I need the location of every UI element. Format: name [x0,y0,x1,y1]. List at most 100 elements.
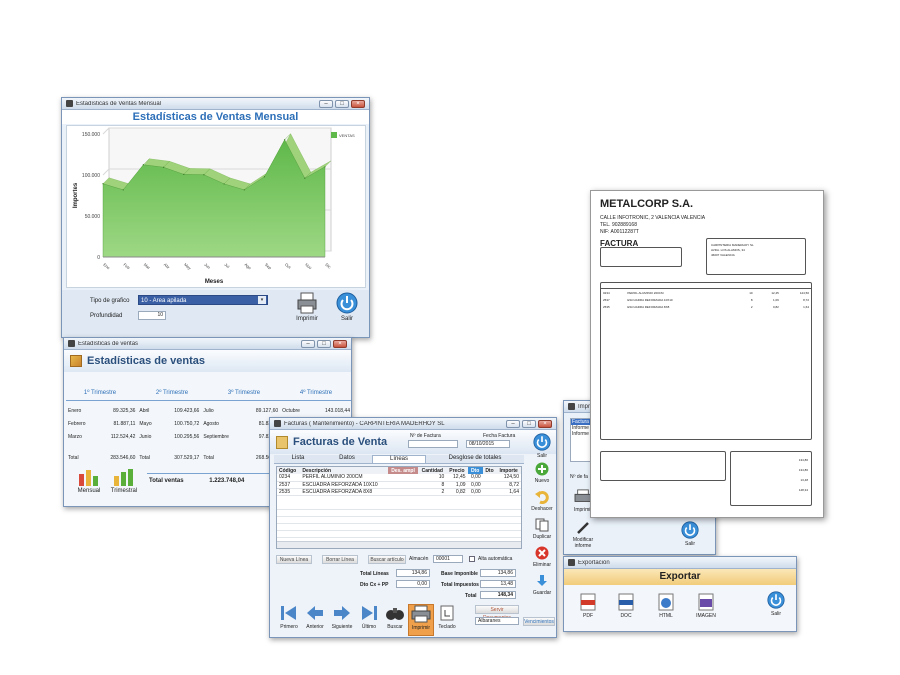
column-header[interactable]: Dto [483,467,497,474]
maximize-button[interactable]: □ [522,419,536,428]
first-button[interactable]: Primero [276,604,302,636]
y-tick-label: 50.000 [85,214,101,220]
exit-button[interactable]: Salir [764,591,788,617]
cell-amount: 124,50 [799,290,809,295]
column-header[interactable]: Código [277,467,300,474]
column-header[interactable]: Des. ampl [387,467,419,474]
due-dates-button[interactable]: Vencimientos [523,617,555,626]
table-row: 0234 PERFIL ALUMINIO 200CM 10 12,45 124,50 [601,289,811,296]
date-field[interactable]: 08/10/2015 [466,440,510,448]
invoice-number-field[interactable] [408,440,458,448]
depth-field[interactable]: 10 [138,311,166,320]
cell-price: 0,82 [455,488,466,495]
cell-code: 2537 [603,297,610,302]
y-tick-label: 150.000 [82,132,100,138]
export-html-button[interactable]: HTML [654,593,678,619]
table-row[interactable]: 0234 PERFIL ALUMINIO 200CM 10 12,45 0,00… [277,474,521,481]
stats-header: Estadísticas de ventas [64,350,351,372]
company-name: METALCORP S.A. [600,198,694,210]
keyboard-icon [440,605,454,621]
warehouse-select[interactable]: 00001 [433,555,463,563]
month-label: Enero [68,407,82,414]
tab-totals[interactable]: Desglose de totales [426,455,524,463]
maximize-button[interactable]: □ [335,99,349,108]
minimize-button[interactable]: – [319,99,333,108]
document-icon [276,435,288,449]
undo-button[interactable]: Deshacer [528,490,556,518]
minimize-button[interactable]: – [301,339,315,348]
search-article-button[interactable]: Buscar artículo [368,555,406,564]
month-value: 143.018,44 [324,407,350,414]
column-header[interactable]: Cantidad [418,467,446,474]
cell-price: 0,82 [772,304,779,309]
previous-button[interactable]: Anterior [302,604,328,636]
duplicate-button[interactable]: Duplicar [528,518,556,546]
new-button[interactable]: Nuevo [528,462,556,490]
data-point [243,189,245,191]
html-icon [658,593,674,611]
exit-button[interactable]: Salir [528,433,556,462]
column-header[interactable]: Importe [496,467,521,474]
print-button[interactable]: Imprimir [408,604,434,636]
tab-list[interactable]: Lista [274,455,322,463]
tab-lines[interactable]: Líneas [372,455,426,463]
column-header[interactable]: Dto [467,467,483,474]
table-row[interactable]: 2535 ESCUADRA REFORZADA 8X8 2 0,82 0,00 … [277,488,521,495]
discount-label: Dto Cx + PP [360,582,389,588]
x-tick-label: Ene [102,262,111,271]
close-button[interactable]: × [351,99,365,108]
delete-line-button[interactable]: Borrar Línea [322,555,358,564]
close-button[interactable]: × [333,339,347,348]
total-value: 307.529,17 [174,454,200,461]
app-icon [274,420,281,427]
horizontal-scrollbar[interactable] [277,541,521,548]
modify-report-button[interactable]: Modificar informe [566,521,600,549]
total-label: Total [68,454,79,461]
discount-value: 0,00 [417,581,427,587]
x-tick-label: Dic [324,262,332,270]
quarterly-label: Trimestral [110,488,138,494]
monthly-view-button[interactable]: Mensual [72,468,106,494]
exit-button[interactable]: Salir [676,521,704,547]
delete-icon [535,546,549,560]
chart-type-label: Tipo de grafico [90,298,130,304]
bar-chart-icon [79,470,98,486]
save-button[interactable]: Guardar [528,574,556,602]
legend-swatch [331,132,337,138]
exit-button[interactable]: Salir [332,292,362,328]
column-header[interactable]: Precio [446,467,467,474]
print-button[interactable]: Imprimir [292,292,322,328]
x-tick-label: Sep [264,262,273,271]
serve-documents-button[interactable]: Servir Documentos [475,605,519,621]
cell-qty: 2 [750,304,753,309]
minimize-button[interactable]: – [506,419,520,428]
lines-total-field: 134,86 [396,569,430,577]
chart-type-select[interactable]: 10 - Area apilada ▾ [138,295,268,305]
delete-button[interactable]: Eliminar [528,546,556,574]
cell-code: 0234 [279,474,291,481]
table-row[interactable]: 2537 ESCUADRA REFORZADA 10X10 8 1,09 0,0… [277,481,521,488]
export-pdf-button[interactable]: PDF [576,593,600,619]
discount-field: 0,00 [396,580,430,588]
new-line-button[interactable]: Nueva Línea [276,555,312,564]
next-button[interactable]: Siguiente [328,604,356,636]
search-button[interactable]: Buscar [382,604,408,636]
tabs: Lista Datos Líneas Desglose de totales [274,455,524,464]
keyboard-button[interactable]: Teclado [434,604,460,636]
maximize-button[interactable]: □ [317,339,331,348]
auto-add-checkbox[interactable] [469,556,475,562]
arrow-left-icon [307,606,323,620]
pdf-label: PDF [583,613,593,619]
lines-grid[interactable]: Código Descripción Des. ampl Cantidad Pr… [276,466,522,549]
tab-data[interactable]: Datos [322,455,372,463]
export-image-button[interactable]: IMAGEN [692,593,720,619]
last-button[interactable]: Último [356,604,382,636]
export-doc-button[interactable]: DOC [614,593,638,619]
lines-total-label: Total Líneas [360,571,389,577]
monthly-stats-window: Estadísticas de Ventas Mensual – □ × Est… [61,97,370,338]
column-header[interactable]: Descripción [300,467,387,474]
invoice-total: 148,34 [798,488,808,492]
quarterly-view-button[interactable]: Trimestral [106,468,142,494]
documents-select[interactable]: Albaranes [475,617,519,625]
close-button[interactable]: × [538,419,552,428]
